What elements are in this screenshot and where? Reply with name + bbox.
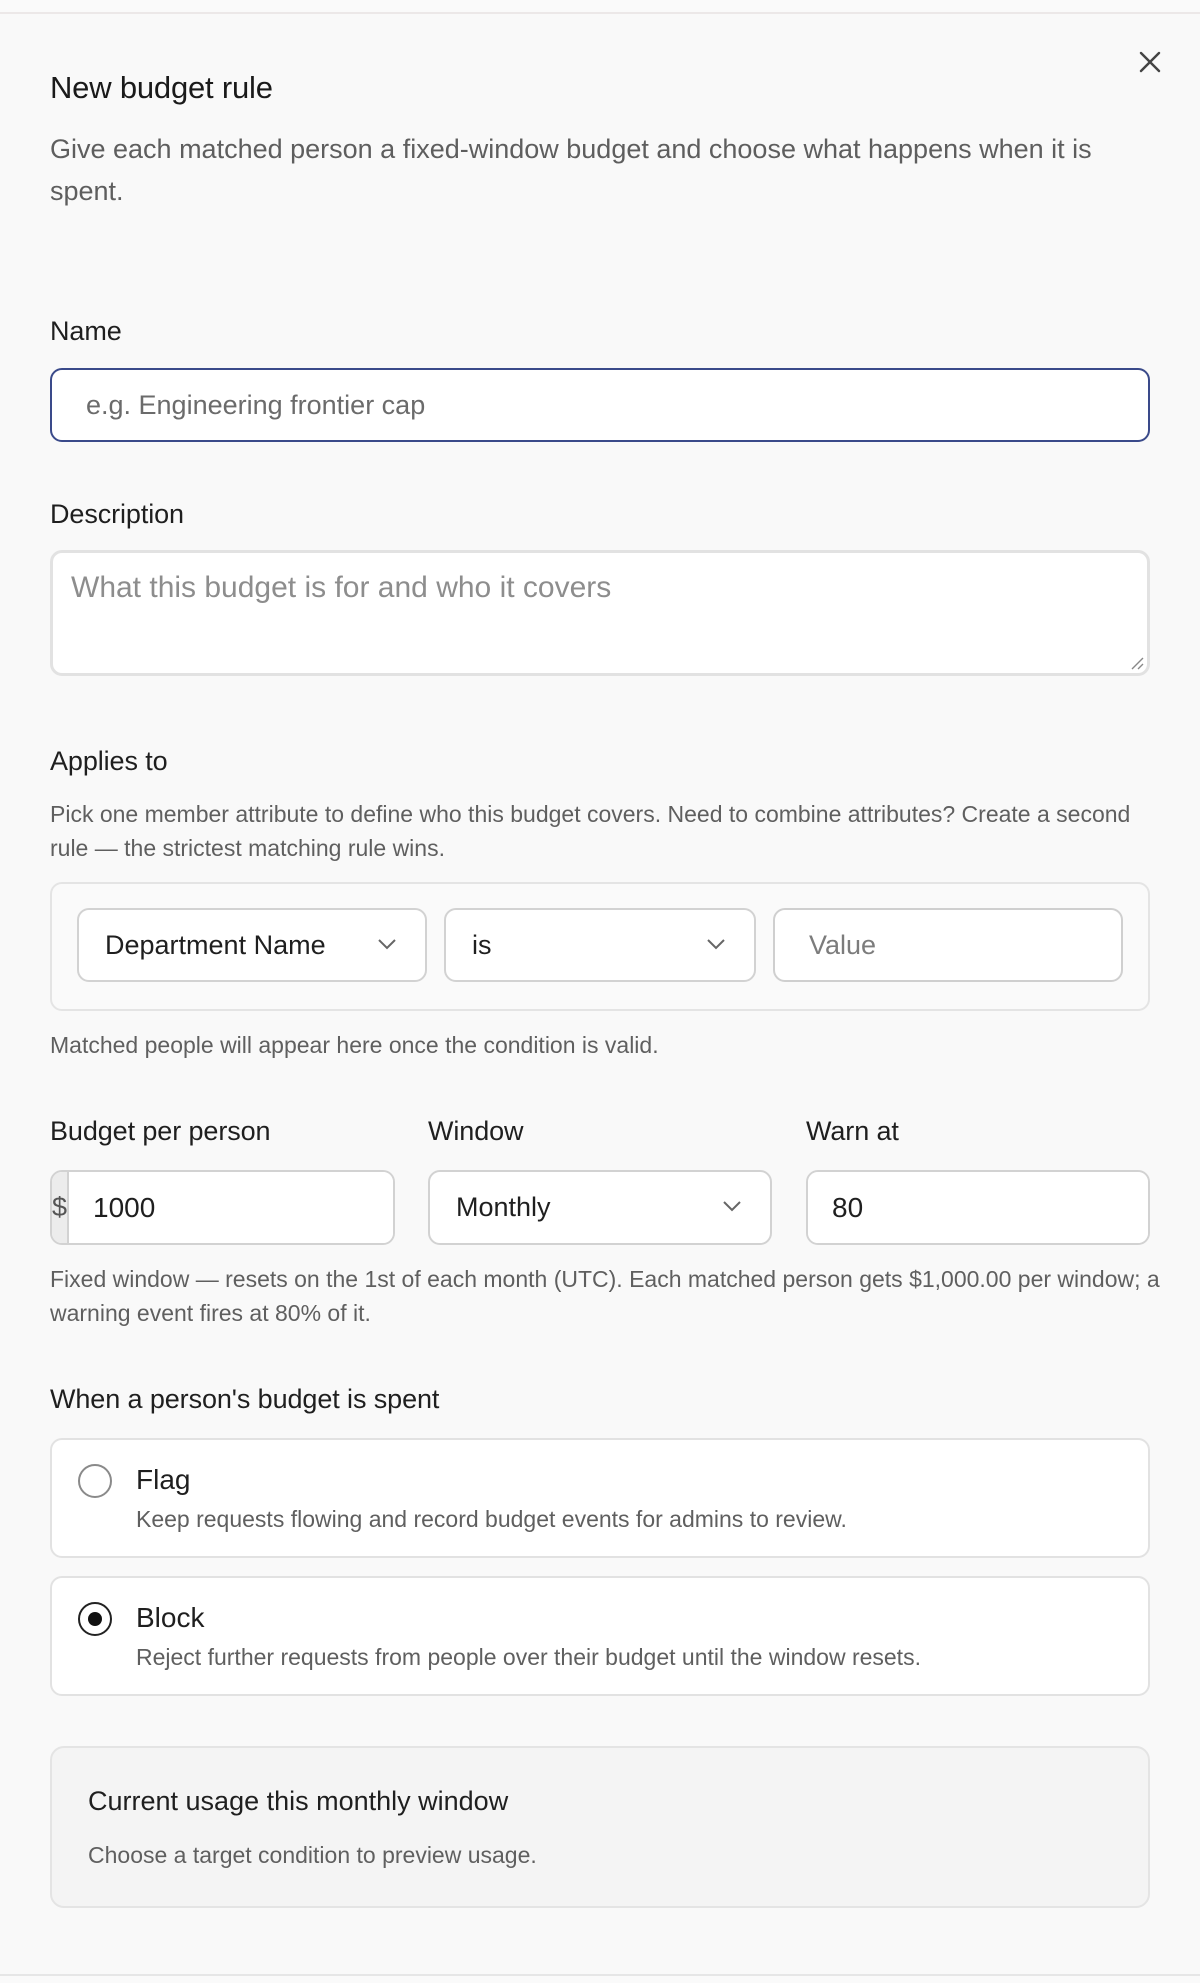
usage-title: Current usage this monthly window xyxy=(88,1786,509,1816)
dialog-subtitle: Give each matched person a fixed-window … xyxy=(50,134,1092,206)
applies-to-label: Applies to xyxy=(50,746,168,776)
description-textarea[interactable] xyxy=(53,553,1147,673)
option-description: Keep requests flowing and record budget … xyxy=(136,1506,847,1532)
condition-value-input[interactable] xyxy=(773,908,1123,982)
attribute-select-value: Department Name xyxy=(105,929,326,960)
operator-select-value: is xyxy=(472,929,492,960)
usage-preview: Current usage this monthly window Choose… xyxy=(50,1746,1150,1908)
operator-select[interactable]: is xyxy=(444,908,756,982)
warn-at-field: % xyxy=(806,1170,1150,1245)
option-description: Reject further requests from people over… xyxy=(136,1644,921,1670)
dialog-title: New budget rule xyxy=(50,70,273,105)
warn-at-input[interactable] xyxy=(808,1172,1148,1243)
chevron-down-icon xyxy=(707,939,725,950)
window-label: Window xyxy=(428,1116,524,1146)
option-flag[interactable]: Flag Keep requests flowing and record bu… xyxy=(50,1438,1150,1558)
option-block[interactable]: Block Reject further requests from peopl… xyxy=(50,1576,1150,1696)
option-title: Block xyxy=(136,1602,205,1633)
name-input[interactable] xyxy=(50,368,1150,442)
window-select-value: Monthly xyxy=(456,1192,551,1222)
currency-prefix: $ xyxy=(52,1172,70,1243)
bottom-divider xyxy=(0,1974,1200,1976)
flag-radio[interactable] xyxy=(78,1464,112,1498)
resize-handle-icon[interactable] xyxy=(1128,654,1144,670)
applies-to-help: Pick one member attribute to define who … xyxy=(50,801,1131,861)
close-icon xyxy=(1139,51,1161,73)
block-radio[interactable] xyxy=(78,1602,112,1636)
attribute-select[interactable]: Department Name xyxy=(77,908,427,982)
warn-at-label: Warn at xyxy=(806,1116,899,1146)
description-field xyxy=(50,550,1150,676)
option-title: Flag xyxy=(136,1464,191,1495)
budget-per-person-label: Budget per person xyxy=(50,1116,271,1146)
usage-description: Choose a target condition to preview usa… xyxy=(88,1842,537,1868)
close-button[interactable] xyxy=(1134,46,1166,78)
matched-people-note: Matched people will appear here once the… xyxy=(50,1032,659,1058)
chevron-down-icon xyxy=(378,939,396,950)
window-select[interactable]: Monthly xyxy=(428,1170,772,1245)
name-label: Name xyxy=(50,316,122,346)
description-label: Description xyxy=(50,499,184,529)
budget-amount-input[interactable] xyxy=(69,1172,393,1243)
chevron-down-icon xyxy=(723,1201,741,1212)
window-help: Fixed window — resets on the 1st of each… xyxy=(50,1266,1160,1326)
budget-amount-field: $ xyxy=(50,1170,395,1245)
spent-action-label: When a person's budget is spent xyxy=(50,1384,440,1414)
